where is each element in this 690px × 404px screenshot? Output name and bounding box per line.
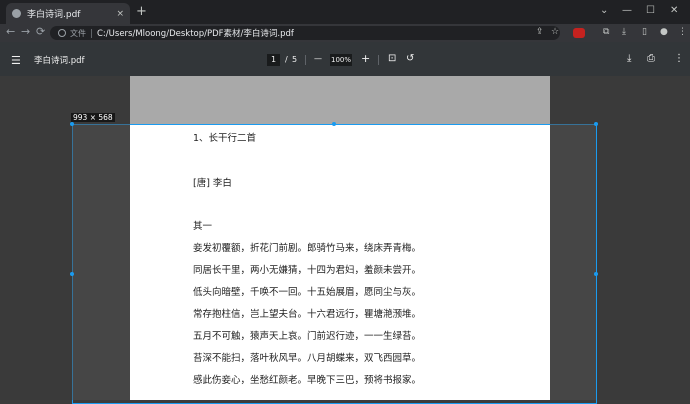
pdf-toolbar: ☰ 李白诗词.pdf 1 / 5 — 100% + ⊡ ↺ ⤓ ⎙ ⋮ bbox=[0, 42, 690, 76]
address-bar[interactable]: 文件 C:/Users/Mloong/Desktop/PDF素材/李白诗词.pd… bbox=[50, 26, 560, 40]
reload-icon[interactable]: ⟳ bbox=[36, 25, 45, 38]
resize-handle[interactable] bbox=[594, 122, 598, 126]
back-icon[interactable]: ← bbox=[6, 25, 15, 38]
tab-pdf[interactable]: 李白诗词.pdf × bbox=[6, 3, 130, 24]
extensions-icon[interactable]: ⧉ bbox=[603, 27, 609, 37]
tab-close-icon[interactable]: × bbox=[116, 9, 124, 19]
zoom-in-icon[interactable]: + bbox=[361, 52, 370, 65]
selection-dim-right bbox=[550, 124, 596, 400]
bookmark-star-icon[interactable]: ☆ bbox=[551, 27, 559, 37]
new-tab-icon[interactable]: + bbox=[136, 4, 147, 19]
profile-avatar-icon[interactable]: ● bbox=[660, 27, 668, 37]
tab-title: 李白诗词.pdf bbox=[27, 10, 81, 20]
forward-icon[interactable]: → bbox=[21, 25, 30, 38]
menu-icon[interactable]: ☰ bbox=[11, 54, 21, 67]
resize-handle[interactable] bbox=[594, 272, 598, 276]
rotate-icon[interactable]: ↺ bbox=[406, 53, 414, 64]
download-icon[interactable]: ⤓ bbox=[627, 53, 631, 64]
selection-dim-left bbox=[72, 124, 130, 400]
selection-dimensions: 993 × 568 bbox=[71, 113, 115, 122]
screenshot-selection[interactable] bbox=[72, 124, 597, 404]
maximize-icon[interactable]: ☐ bbox=[646, 5, 655, 16]
zoom-input[interactable]: 100% bbox=[330, 54, 352, 66]
browser-toolbar: ← → ⟳ 文件 C:/Users/Mloong/Desktop/PDF素材/李… bbox=[0, 24, 690, 42]
omnibox-divider bbox=[91, 28, 92, 38]
minimize-icon[interactable]: — bbox=[622, 5, 632, 16]
print-icon[interactable]: ⎙ bbox=[647, 53, 655, 64]
close-window-icon[interactable]: ✕ bbox=[670, 5, 678, 16]
total-pages: 5 bbox=[292, 55, 298, 64]
toolbar-divider bbox=[378, 55, 379, 65]
document-title: 李白诗词.pdf bbox=[34, 56, 85, 66]
url-text[interactable]: C:/Users/Mloong/Desktop/PDF素材/李白诗词.pdf bbox=[97, 27, 294, 39]
downloads-icon[interactable]: ⤓ bbox=[622, 27, 626, 37]
resize-handle[interactable] bbox=[70, 272, 74, 276]
file-scheme-label: 文件 bbox=[70, 28, 86, 38]
side-panel-icon[interactable]: ▯ bbox=[642, 27, 647, 37]
info-icon[interactable] bbox=[58, 29, 66, 37]
page-number-input[interactable]: 1 bbox=[267, 54, 280, 66]
toolbar-divider bbox=[305, 55, 306, 65]
page-top-margin bbox=[130, 76, 550, 124]
globe-icon bbox=[12, 9, 21, 18]
tab-search-icon[interactable]: ⌄ bbox=[600, 5, 608, 16]
resize-handle[interactable] bbox=[332, 122, 336, 126]
fit-page-icon[interactable]: ⊡ bbox=[388, 53, 396, 64]
browser-menu-icon[interactable]: ⋮ bbox=[678, 27, 687, 37]
zoom-out-icon[interactable]: — bbox=[314, 54, 322, 63]
extension-red-icon[interactable] bbox=[573, 28, 585, 38]
resize-handle[interactable] bbox=[70, 122, 74, 126]
page-separator: / bbox=[285, 55, 288, 64]
pdf-more-icon[interactable]: ⋮ bbox=[674, 53, 684, 64]
tab-strip: 李白诗词.pdf × + ⌄ — ☐ ✕ bbox=[0, 0, 690, 24]
share-icon[interactable]: ⇪ bbox=[536, 27, 544, 37]
